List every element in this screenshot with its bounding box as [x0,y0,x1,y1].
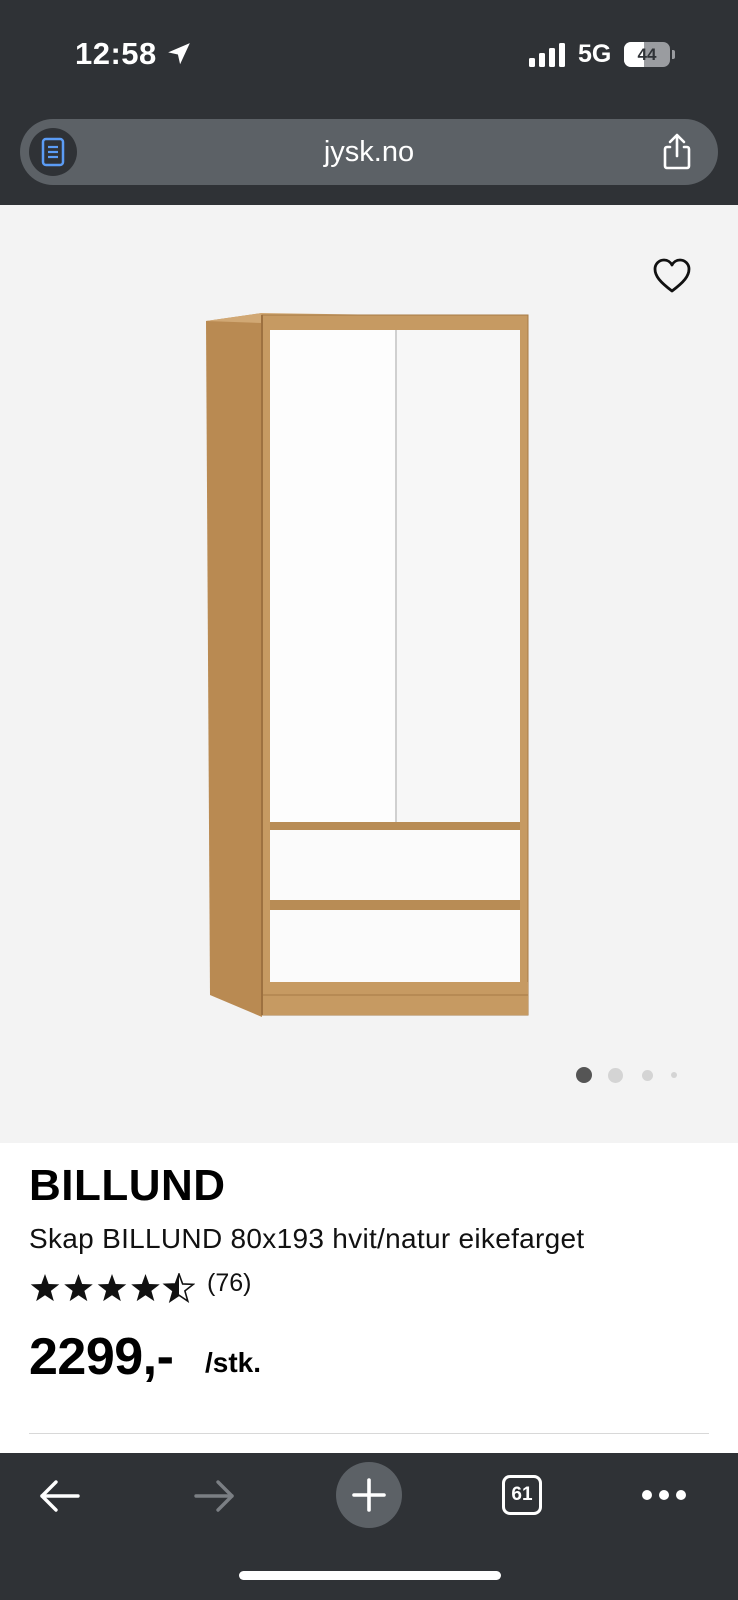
location-arrow-icon [168,43,190,65]
gallery-dot[interactable] [576,1067,592,1083]
wardrobe-product-image[interactable] [200,305,540,1025]
rating-stars [30,1273,195,1303]
gallery-dot[interactable] [608,1067,623,1083]
star-icon [30,1274,60,1302]
new-tab-button[interactable] [336,1462,402,1528]
battery-icon: 44 [624,42,675,67]
back-arrow-icon[interactable] [38,1479,82,1513]
address-bar[interactable]: jysk.no [20,119,718,185]
plus-icon [352,1478,386,1512]
product-name: Skap BILLUND 80x193 hvit/natur eikefarge… [29,1223,585,1254]
signal-bars-icon [529,43,565,67]
product-gallery[interactable] [0,205,738,1143]
product-price: 2299,- [29,1328,174,1386]
battery-level: 44 [637,45,657,64]
status-bar: 12:58 5G 44 [0,0,738,110]
tabs-icon[interactable]: 61 [502,1475,542,1515]
gallery-dot[interactable] [642,1069,653,1081]
price-unit: /stk. [205,1347,262,1378]
gallery-dot[interactable] [671,1072,677,1078]
status-time: 12:58 [75,36,157,71]
home-indicator[interactable] [239,1571,501,1580]
review-count[interactable]: (76) [207,1269,251,1298]
star-icon [162,1273,195,1303]
gallery-pagination [576,1067,686,1087]
star-icon [64,1274,93,1302]
url-text[interactable]: jysk.no [20,119,718,185]
browser-toolbar: 61 [0,1453,738,1600]
browser-address-area: jysk.no [0,110,738,205]
heart-icon[interactable] [652,257,692,295]
network-type: 5G [578,40,612,68]
reader-mode-icon [41,137,65,167]
product-info: BILLUND Skap BILLUND 80x193 hvit/natur e… [0,1143,738,1453]
reader-mode-button[interactable] [29,128,77,176]
share-icon[interactable] [658,133,696,171]
star-icon [131,1274,160,1302]
product-brand: BILLUND [29,1161,226,1210]
star-icon [97,1274,127,1302]
more-icon[interactable] [641,1489,687,1501]
forward-arrow-icon[interactable] [192,1479,236,1513]
divider [29,1433,709,1434]
